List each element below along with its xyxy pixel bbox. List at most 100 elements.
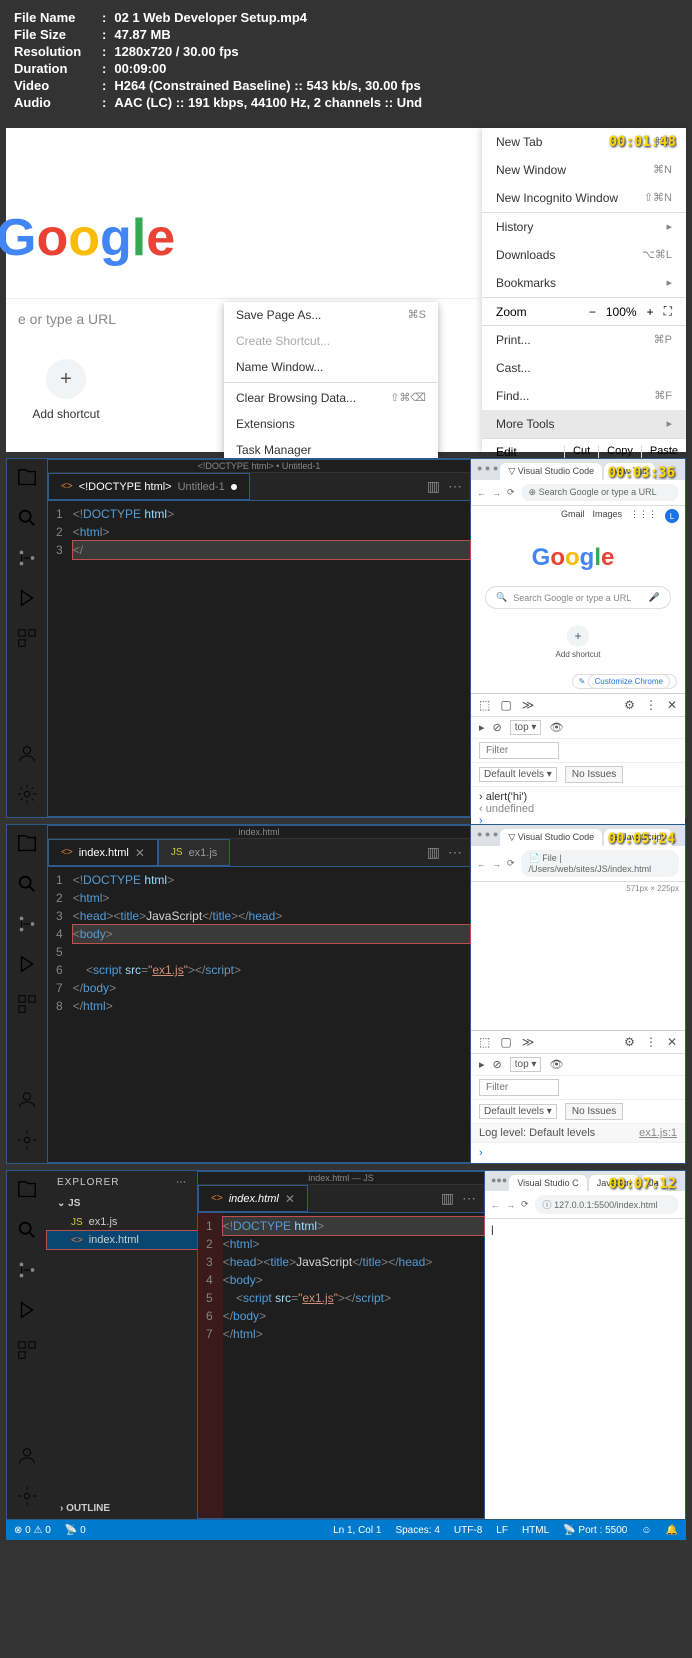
gmail-link[interactable]: Gmail <box>561 509 585 523</box>
context-select[interactable]: top ▾ <box>510 720 542 735</box>
more-icon[interactable]: ⋯ <box>176 1177 187 1188</box>
status-feedback-icon[interactable]: ☺ <box>641 1525 651 1536</box>
url-bar[interactable]: ⊕ Search Google or type a URL <box>521 484 679 501</box>
split-icon[interactable]: ▥ <box>427 478 440 495</box>
search-icon[interactable] <box>16 873 38 895</box>
browser-tab[interactable]: ▽ Visual Studio Code <box>500 463 602 480</box>
copy-button[interactable]: Copy <box>598 445 641 459</box>
close-icon[interactable]: ✕ <box>667 698 677 712</box>
source-control-icon[interactable] <box>16 913 38 935</box>
browser-tab[interactable]: Visual Studio C <box>509 1175 586 1191</box>
new-window[interactable]: New Window⌘N <box>482 156 686 184</box>
status-liveserver[interactable]: 📡 Port : 5500 <box>563 1525 627 1536</box>
search-input[interactable]: 🔍Search Google or type a URL🎤 <box>485 586 671 609</box>
clear-browsing-data[interactable]: Clear Browsing Data...⇧⌘⌫ <box>224 385 438 411</box>
status-errors[interactable]: ⊗ 0 ⚠ 0 <box>14 1525 51 1536</box>
print[interactable]: Print...⌘P <box>482 326 686 354</box>
explorer-icon[interactable] <box>16 467 38 489</box>
close-icon[interactable]: ✕ <box>135 846 145 860</box>
history[interactable]: History▸ <box>482 213 686 241</box>
back-icon[interactable]: ← <box>477 488 486 498</box>
file-index-html[interactable]: <>index.html <box>47 1231 197 1249</box>
browser-tab[interactable]: ▽ Visual Studio Code <box>500 829 602 846</box>
bookmarks[interactable]: Bookmarks▸ <box>482 269 686 297</box>
forward-icon[interactable]: → <box>492 488 501 498</box>
customize-chrome[interactable]: ✎ Customize Chrome <box>572 674 677 689</box>
status-eol[interactable]: LF <box>496 1525 508 1536</box>
code-editor[interactable]: 1234567 <!DOCTYPE html> <html> <head><ti… <box>198 1213 484 1518</box>
reload-icon[interactable]: ⟳ <box>507 858 515 869</box>
extensions-icon[interactable] <box>16 627 38 649</box>
source-control-icon[interactable] <box>16 1259 38 1281</box>
gear-icon[interactable] <box>16 1485 38 1507</box>
account-icon[interactable] <box>16 1089 38 1111</box>
url-bar[interactable]: ⓘ 127.0.0.1:5500/index.html <box>535 1195 679 1214</box>
account-icon[interactable] <box>16 743 38 765</box>
more-icon[interactable]: ⋯ <box>448 844 462 861</box>
back-icon[interactable]: ← <box>477 859 486 869</box>
extensions-icon[interactable] <box>16 993 38 1015</box>
cast[interactable]: Cast... <box>482 354 686 382</box>
gear-icon[interactable]: ⚙ <box>624 1035 635 1049</box>
status-cursor[interactable]: Ln 1, Col 1 <box>333 1525 381 1536</box>
paste-button[interactable]: Paste <box>641 445 686 459</box>
forward-icon[interactable]: → <box>492 859 501 869</box>
more-icon[interactable]: ⋯ <box>448 478 462 495</box>
levels-select[interactable]: Default levels ▾ <box>479 767 557 782</box>
images-link[interactable]: Images <box>592 509 622 523</box>
eye-icon[interactable]: 👁 <box>549 721 563 734</box>
split-icon[interactable]: ▥ <box>427 844 440 861</box>
tab-untitled[interactable]: <><!DOCTYPE html> Untitled-1 <box>48 473 250 500</box>
reload-icon[interactable]: ⟳ <box>507 487 515 498</box>
device-icon[interactable]: ▢ <box>500 1035 511 1049</box>
source-link[interactable]: ex1.js:1 <box>639 1127 677 1139</box>
run-icon[interactable] <box>16 1299 38 1321</box>
outline-section[interactable]: › OUTLINE <box>50 1499 196 1518</box>
file-ex1-js[interactable]: JSex1.js <box>47 1213 197 1231</box>
apps-icon[interactable]: ⋮⋮⋮ <box>630 509 657 523</box>
gear-icon[interactable] <box>16 783 38 805</box>
cut-button[interactable]: Cut <box>564 445 598 459</box>
mic-icon[interactable]: 🎤 <box>649 592 660 603</box>
tab-ex1-js[interactable]: JSex1.js <box>158 839 230 866</box>
extensions[interactable]: Extensions <box>224 411 438 437</box>
no-issues[interactable]: No Issues <box>565 766 623 783</box>
add-shortcut[interactable]: +Add shortcut <box>471 625 685 659</box>
inspect-icon[interactable]: ⬚ <box>479 1035 490 1049</box>
gear-icon[interactable] <box>16 1129 38 1151</box>
no-issues[interactable]: No Issues <box>565 1103 623 1120</box>
find[interactable]: Find...⌘F <box>482 382 686 410</box>
name-window[interactable]: Name Window... <box>224 354 438 380</box>
status-spaces[interactable]: Spaces: 4 <box>395 1525 439 1536</box>
avatar[interactable]: L <box>665 509 679 523</box>
inspect-icon[interactable]: ⬚ <box>479 698 490 712</box>
more-icon[interactable]: ⋮ <box>645 698 657 712</box>
account-icon[interactable] <box>16 1445 38 1467</box>
run-icon[interactable] <box>16 953 38 975</box>
extensions-icon[interactable] <box>16 1339 38 1361</box>
filter-input[interactable] <box>479 742 559 759</box>
code-editor[interactable]: 12345678 <!DOCTYPE html> <html> <head><t… <box>48 867 470 1162</box>
status-encoding[interactable]: UTF-8 <box>454 1525 482 1536</box>
close-icon[interactable]: ✕ <box>667 1035 677 1049</box>
folder-js[interactable]: ⌄ JS <box>47 1194 197 1213</box>
status-language[interactable]: HTML <box>522 1525 549 1536</box>
more-tools[interactable]: More Tools▸ <box>482 410 686 438</box>
more-icon[interactable]: ⋯ <box>462 1190 476 1207</box>
tab-index-html[interactable]: <>index.html✕ <box>198 1185 308 1212</box>
tab-index-html[interactable]: <>index.html✕ <box>48 839 158 866</box>
url-bar[interactable]: 📄 File | /Users/web/sites/JS/index.html <box>521 850 679 877</box>
split-icon[interactable]: ▥ <box>441 1190 454 1207</box>
add-shortcut[interactable]: + Add shortcut <box>6 359 126 421</box>
levels-select[interactable]: Default levels ▾ <box>479 1104 557 1119</box>
console[interactable]: › <box>471 1143 685 1163</box>
source-control-icon[interactable] <box>16 547 38 569</box>
save-page-as[interactable]: Save Page As...⌘S <box>224 302 438 328</box>
status-bell-icon[interactable]: 🔔 <box>666 1525 678 1536</box>
explorer-icon[interactable] <box>16 833 38 855</box>
search-icon[interactable] <box>16 1219 38 1241</box>
status-port[interactable]: 📡 0 <box>65 1525 86 1536</box>
context-select[interactable]: top ▾ <box>510 1057 542 1072</box>
new-incognito[interactable]: New Incognito Window⇧⌘N <box>482 184 686 212</box>
code-editor[interactable]: 123 <!DOCTYPE html> <html> </ <box>48 501 470 816</box>
